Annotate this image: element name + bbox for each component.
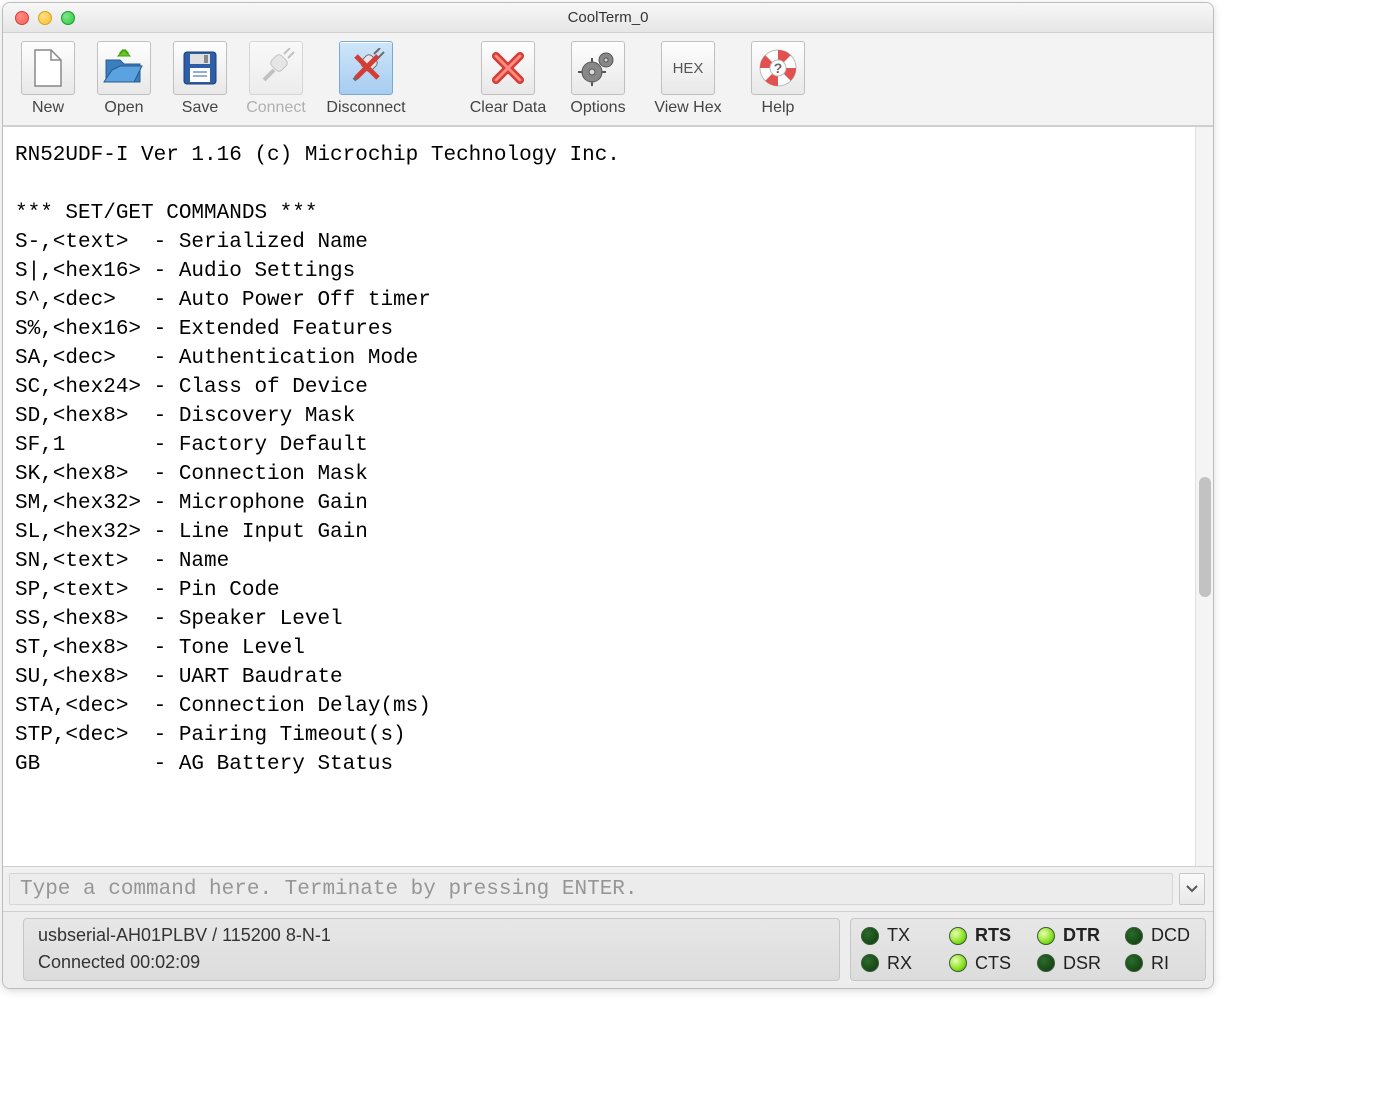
- rx-led-group: RX: [861, 953, 931, 974]
- ri-led: [1125, 954, 1143, 972]
- open-folder-icon: [97, 41, 151, 95]
- titlebar: CoolTerm_0: [3, 3, 1213, 33]
- new-file-icon: [21, 41, 75, 95]
- connection-status-box: usbserial-AH01PLBV / 115200 8-N-1 Connec…: [23, 918, 840, 981]
- options-label: Options: [570, 99, 625, 117]
- gear-icon: [571, 41, 625, 95]
- dtr-led-group[interactable]: DTR: [1037, 925, 1107, 946]
- tx-label: TX: [887, 925, 931, 946]
- new-label: New: [32, 99, 64, 117]
- app-window: CoolTerm_0 New Open: [2, 2, 1214, 989]
- save-label: Save: [182, 99, 218, 117]
- save-disk-icon: [173, 41, 227, 95]
- help-lifebuoy-icon: ?: [751, 41, 805, 95]
- save-button[interactable]: Save: [163, 37, 237, 121]
- rts-led: [949, 927, 967, 945]
- disconnect-plug-icon: [339, 41, 393, 95]
- view-hex-label: View Hex: [654, 99, 721, 117]
- ri-led-group: RI: [1125, 953, 1195, 974]
- options-button[interactable]: Options: [561, 37, 635, 121]
- port-settings-text: usbserial-AH01PLBV / 115200 8-N-1: [38, 925, 825, 946]
- command-bar: Type a command here. Terminate by pressi…: [3, 866, 1213, 911]
- dcd-led-group: DCD: [1125, 925, 1195, 946]
- rts-led-group[interactable]: RTS: [949, 925, 1019, 946]
- clear-label: Clear Data: [470, 99, 546, 117]
- connect-button[interactable]: Connect: [239, 37, 313, 121]
- view-hex-button[interactable]: HEX View Hex: [637, 37, 739, 121]
- dtr-led: [1037, 927, 1055, 945]
- hex-icon: HEX: [661, 41, 715, 95]
- ri-label: RI: [1151, 953, 1195, 974]
- dtr-label: DTR: [1063, 925, 1107, 946]
- history-dropdown-button[interactable]: [1179, 873, 1205, 905]
- terminal-text: RN52UDF-I Ver 1.16 (c) Microchip Technol…: [3, 127, 1195, 866]
- help-button[interactable]: ? Help: [741, 37, 815, 121]
- rx-label: RX: [887, 953, 931, 974]
- disconnect-button[interactable]: Disconnect: [315, 37, 417, 121]
- signal-leds-box: TX RTS DTR DCD RX CTS: [850, 918, 1206, 981]
- svg-text:?: ?: [774, 60, 783, 76]
- zoom-window-button[interactable]: [61, 11, 75, 25]
- disconnect-label: Disconnect: [326, 99, 405, 117]
- tx-led-group: TX: [861, 925, 931, 946]
- rx-led: [861, 954, 879, 972]
- dcd-label: DCD: [1151, 925, 1195, 946]
- connect-plug-icon: [249, 41, 303, 95]
- cts-led-group: CTS: [949, 953, 1019, 974]
- dsr-led-group: DSR: [1037, 953, 1107, 974]
- scrollbar[interactable]: [1195, 127, 1213, 866]
- dsr-led: [1037, 954, 1055, 972]
- chevron-down-icon: [1186, 885, 1198, 893]
- toolbar: New Open: [3, 33, 1213, 126]
- connection-time-text: Connected 00:02:09: [38, 952, 825, 973]
- rts-label: RTS: [975, 925, 1019, 946]
- connect-label: Connect: [246, 99, 306, 117]
- tx-led: [861, 927, 879, 945]
- cts-label: CTS: [975, 953, 1019, 974]
- command-input[interactable]: Type a command here. Terminate by pressi…: [9, 873, 1173, 905]
- clear-data-button[interactable]: Clear Data: [457, 37, 559, 121]
- clear-x-icon: [481, 41, 535, 95]
- window-title: CoolTerm_0: [3, 9, 1213, 26]
- terminal-output[interactable]: RN52UDF-I Ver 1.16 (c) Microchip Technol…: [3, 126, 1213, 866]
- open-button[interactable]: Open: [87, 37, 161, 121]
- cts-led: [949, 954, 967, 972]
- scroll-thumb[interactable]: [1199, 477, 1211, 597]
- window-controls: [3, 11, 75, 25]
- close-window-button[interactable]: [15, 11, 29, 25]
- status-bar: usbserial-AH01PLBV / 115200 8-N-1 Connec…: [3, 911, 1213, 988]
- open-label: Open: [104, 99, 143, 117]
- minimize-window-button[interactable]: [38, 11, 52, 25]
- help-label: Help: [762, 99, 795, 117]
- dsr-label: DSR: [1063, 953, 1107, 974]
- new-button[interactable]: New: [11, 37, 85, 121]
- dcd-led: [1125, 927, 1143, 945]
